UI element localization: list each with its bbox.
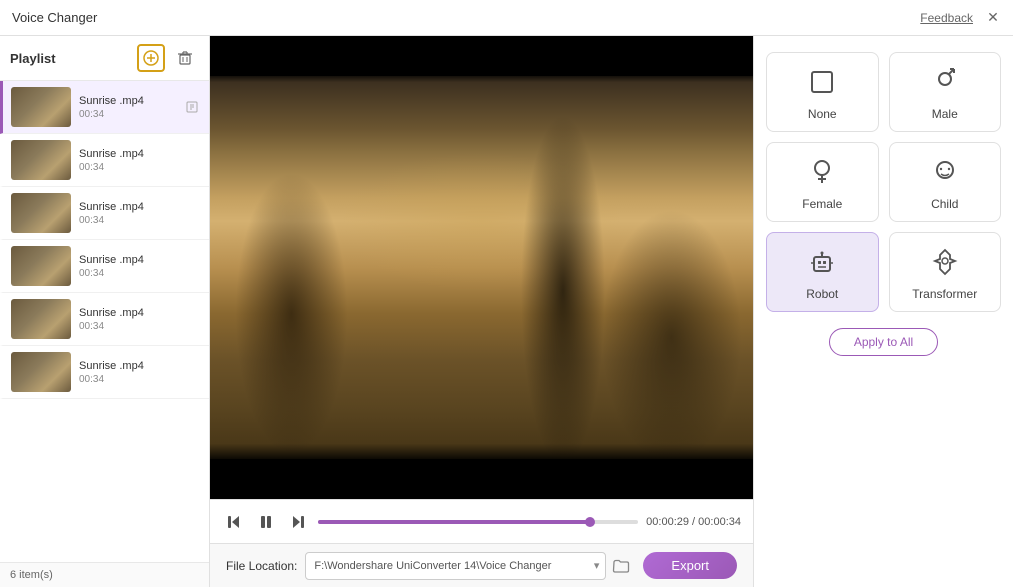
video-frame	[210, 36, 753, 499]
app-title: Voice Changer	[12, 10, 97, 25]
none-icon	[807, 67, 837, 101]
add-file-button[interactable]	[137, 44, 165, 72]
progress-fill	[318, 520, 590, 524]
prev-button[interactable]	[222, 510, 246, 534]
total-time: 00:00:34	[698, 516, 741, 528]
bottom-bar: File Location: ▾ Export	[210, 543, 753, 587]
thumbnail	[11, 87, 71, 127]
time-separator: /	[689, 516, 698, 528]
transformer-icon	[930, 247, 960, 281]
male-icon	[930, 67, 960, 101]
thumbnail	[11, 299, 71, 339]
file-info: Sunrise .mp4 00:34	[79, 95, 183, 120]
title-bar-actions: Feedback ✕	[920, 10, 1001, 26]
voice-card-male[interactable]: Male	[889, 52, 1002, 132]
delete-icon	[177, 50, 193, 66]
child-icon	[930, 157, 960, 191]
export-button[interactable]: Export	[643, 552, 737, 579]
playlist-title: Playlist	[10, 51, 56, 66]
close-button[interactable]: ✕	[985, 10, 1001, 26]
voice-card-child[interactable]: Child	[889, 142, 1002, 222]
file-location-label: File Location:	[226, 559, 297, 573]
none-label: None	[808, 107, 837, 121]
add-icon	[143, 50, 159, 66]
filename: Sunrise .mp4	[79, 148, 201, 160]
list-item[interactable]: Sunrise .mp4 00:34	[0, 240, 209, 293]
male-label: Male	[932, 107, 958, 121]
filename: Sunrise .mp4	[79, 360, 201, 372]
thumbnail	[11, 140, 71, 180]
video-tree-overlay	[210, 36, 753, 499]
file-path-input[interactable]	[305, 552, 606, 580]
playlist-footer: 6 item(s)	[0, 562, 209, 587]
progress-thumb	[585, 517, 595, 527]
duration: 00:34	[79, 374, 201, 385]
playlist-items: Sunrise .mp4 00:34 Sunrise .mp4	[0, 81, 209, 562]
path-dropdown-icon[interactable]: ▾	[594, 559, 600, 572]
list-item[interactable]: Sunrise .mp4 00:34	[0, 346, 209, 399]
progress-bar[interactable]	[318, 520, 638, 524]
filename: Sunrise .mp4	[79, 95, 183, 107]
file-info: Sunrise .mp4 00:34	[79, 148, 201, 173]
voice-grid: None Male	[766, 52, 1001, 312]
playlist-header: Playlist	[0, 36, 209, 81]
current-time: 00:00:29	[646, 516, 689, 528]
list-item[interactable]: Sunrise .mp4 00:34	[0, 81, 209, 134]
file-info: Sunrise .mp4 00:34	[79, 254, 201, 279]
right-panel: None Male	[753, 36, 1013, 587]
title-bar: Voice Changer Feedback ✕	[0, 0, 1013, 36]
robot-icon	[807, 247, 837, 281]
item-count: 6 item(s)	[10, 569, 53, 581]
duration: 00:34	[79, 109, 183, 120]
video-container	[210, 36, 753, 499]
voice-card-none[interactable]: None	[766, 52, 879, 132]
voice-card-female[interactable]: Female	[766, 142, 879, 222]
file-info: Sunrise .mp4 00:34	[79, 307, 201, 332]
main-layout: Playlist	[0, 36, 1013, 587]
voice-card-transformer[interactable]: Transformer	[889, 232, 1002, 312]
list-item[interactable]: Sunrise .mp4 00:34	[0, 134, 209, 187]
pause-button[interactable]	[254, 510, 278, 534]
child-label: Child	[931, 197, 958, 211]
voice-card-robot[interactable]: Robot	[766, 232, 879, 312]
list-item[interactable]: Sunrise .mp4 00:34	[0, 293, 209, 346]
filename: Sunrise .mp4	[79, 254, 201, 266]
time-display: 00:00:29 / 00:00:34	[646, 516, 741, 528]
list-item[interactable]: Sunrise .mp4 00:34	[0, 187, 209, 240]
thumbnail	[11, 246, 71, 286]
file-info: Sunrise .mp4 00:34	[79, 360, 201, 385]
duration: 00:34	[79, 215, 201, 226]
delete-file-button[interactable]	[171, 44, 199, 72]
item-menu-icon[interactable]	[183, 98, 201, 116]
duration: 00:34	[79, 321, 201, 332]
transformer-label: Transformer	[912, 287, 977, 301]
browse-folder-button[interactable]	[607, 552, 635, 580]
video-letterbox-bottom	[210, 459, 753, 499]
video-area: 00:00:29 / 00:00:34	[210, 36, 753, 543]
playlist-actions	[137, 44, 199, 72]
apply-to-all-button[interactable]: Apply to All	[829, 328, 938, 356]
thumbnail	[11, 352, 71, 392]
export-icon	[185, 100, 199, 114]
female-label: Female	[802, 197, 842, 211]
thumbnail	[11, 193, 71, 233]
duration: 00:34	[79, 268, 201, 279]
sidebar: Playlist	[0, 36, 210, 587]
filename: Sunrise .mp4	[79, 201, 201, 213]
female-icon	[807, 157, 837, 191]
robot-label: Robot	[806, 287, 838, 301]
duration: 00:34	[79, 162, 201, 173]
controls-bar: 00:00:29 / 00:00:34	[210, 499, 753, 543]
feedback-link[interactable]: Feedback	[920, 11, 973, 25]
filename: Sunrise .mp4	[79, 307, 201, 319]
file-info: Sunrise .mp4 00:34	[79, 201, 201, 226]
next-button[interactable]	[286, 510, 310, 534]
